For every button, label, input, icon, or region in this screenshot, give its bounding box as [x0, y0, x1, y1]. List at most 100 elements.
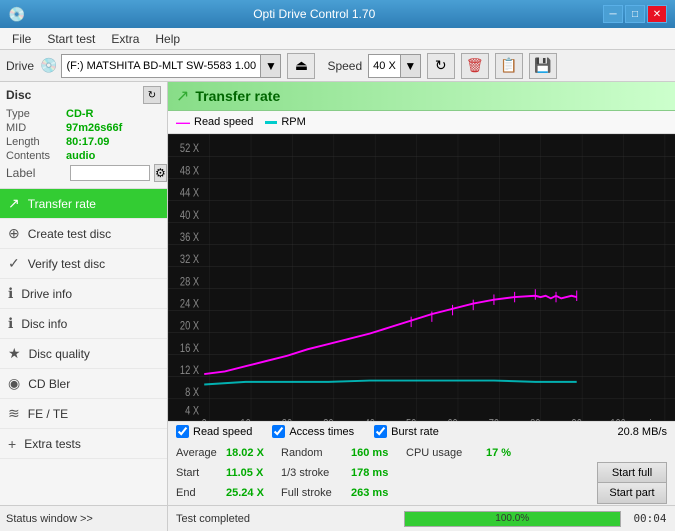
drive-dropdown-arrow[interactable]: ▼	[261, 54, 281, 78]
cpu-label: CPU usage	[406, 447, 486, 459]
disc-quality-icon: ★	[8, 345, 21, 362]
cpu-value: 17 %	[486, 447, 526, 459]
stats-area: Average 18.02 X Random 160 ms CPU usage …	[168, 441, 675, 505]
average-value: 18.02 X	[226, 447, 281, 459]
random-value: 160 ms	[351, 447, 406, 459]
end-value: 25.24 X	[226, 487, 281, 499]
stroke-value: 178 ms	[351, 467, 406, 479]
legend-read-speed: — Read speed	[176, 114, 253, 130]
svg-text:8 X: 8 X	[185, 386, 199, 399]
svg-text:min: min	[642, 418, 657, 421]
stroke-label: 1/3 stroke	[281, 467, 351, 479]
drive-select[interactable]: (F:) MATSHITA BD-MLT SW-5583 1.00	[61, 54, 261, 78]
chart-container: 52 X 48 X 44 X 40 X 36 X 32 X 28 X 24 X …	[168, 134, 675, 421]
nav-item-verify-test-disc[interactable]: ✓ Verify test disc	[0, 249, 167, 279]
menu-extra[interactable]: Extra	[103, 30, 147, 48]
disc-length-label: Length	[6, 136, 66, 148]
disc-refresh-button[interactable]: ↻	[143, 86, 161, 104]
svg-text:80: 80	[530, 418, 540, 421]
disc-contents-label: Contents	[6, 150, 66, 162]
erase-button[interactable]: 🗑	[461, 53, 489, 79]
speed-select[interactable]: 40 X	[368, 54, 401, 78]
maximize-button[interactable]: □	[625, 5, 645, 23]
access-times-checkbox[interactable]	[272, 425, 285, 438]
full-stroke-value: 263 ms	[351, 487, 406, 499]
svg-text:36 X: 36 X	[180, 231, 199, 244]
nav-fe-te-label: FE / TE	[28, 407, 68, 421]
svg-text:12 X: 12 X	[180, 364, 199, 377]
svg-text:52 X: 52 X	[180, 142, 199, 155]
menu-start-test[interactable]: Start test	[39, 30, 103, 48]
nav-item-drive-info[interactable]: ℹ Drive info	[0, 279, 167, 309]
menu-file[interactable]: File	[4, 30, 39, 48]
disc-label-input[interactable]	[70, 165, 150, 181]
svg-text:70: 70	[489, 418, 499, 421]
menu-bar: File Start test Extra Help	[0, 28, 675, 50]
burst-rate-checkbox[interactable]	[374, 425, 387, 438]
refresh-button[interactable]: ↻	[427, 53, 455, 79]
status-bar: Status window >> Test completed 100.0% 0…	[0, 505, 675, 531]
legend-read-speed-label: Read speed	[194, 116, 253, 128]
speed-label: Speed	[327, 59, 362, 73]
read-speed-checkbox-label: Read speed	[193, 426, 252, 438]
nav-disc-quality-label: Disc quality	[29, 347, 90, 361]
drive-eject-button[interactable]: ⏏	[287, 53, 315, 79]
svg-text:16 X: 16 X	[180, 342, 199, 355]
start-full-button[interactable]: Start full	[597, 462, 667, 484]
drive-value: (F:) MATSHITA BD-MLT SW-5583 1.00	[66, 60, 256, 72]
speed-dropdown-arrow[interactable]: ▼	[401, 54, 421, 78]
nav-verify-test-disc-label: Verify test disc	[28, 257, 105, 271]
fe-te-icon: ≋	[8, 405, 20, 422]
legend-rpm-color	[265, 121, 277, 124]
access-times-checkbox-label: Access times	[289, 426, 354, 438]
disc-length-value: 80:17.09	[66, 136, 109, 148]
burst-rate-value: 20.8 MB/s	[617, 426, 667, 438]
start-part-button[interactable]: Start part	[597, 482, 667, 504]
speed-value: 40 X	[373, 60, 396, 72]
nav-cd-bler-label: CD Bler	[28, 377, 70, 391]
svg-text:10: 10	[240, 418, 250, 421]
status-window-button[interactable]: Status window >>	[0, 506, 168, 531]
minimize-button[interactable]: ─	[603, 5, 623, 23]
stats-row-3: End 25.24 X Full stroke 263 ms Start par…	[176, 483, 667, 503]
chart-legend: — Read speed RPM	[168, 111, 675, 134]
checkbox-burst-rate[interactable]: Burst rate	[374, 425, 439, 438]
disc-type-label: Type	[6, 108, 66, 120]
end-label: End	[176, 487, 226, 499]
chart-header-icon: ↗	[176, 86, 189, 106]
legend-rpm-label: RPM	[281, 116, 305, 128]
svg-text:50: 50	[406, 418, 416, 421]
disc-section-title: Disc	[6, 88, 31, 102]
menu-help[interactable]: Help	[147, 30, 188, 48]
right-panel: ↗ Transfer rate — Read speed RPM	[168, 82, 675, 505]
copy-button[interactable]: 📋	[495, 53, 523, 79]
random-label: Random	[281, 447, 351, 459]
svg-text:4 X: 4 X	[185, 405, 199, 418]
verify-test-disc-icon: ✓	[8, 255, 20, 272]
svg-text:24 X: 24 X	[180, 298, 199, 311]
checkbox-access-times[interactable]: Access times	[272, 425, 354, 438]
average-label: Average	[176, 447, 226, 459]
disc-label-edit-button[interactable]: ⚙	[154, 164, 167, 182]
save-button[interactable]: 💾	[529, 53, 557, 79]
svg-text:90: 90	[572, 418, 582, 421]
nav-item-disc-info[interactable]: ℹ Disc info	[0, 309, 167, 339]
read-speed-checkbox[interactable]	[176, 425, 189, 438]
window-controls: ─ □ ✕	[603, 5, 667, 23]
close-button[interactable]: ✕	[647, 5, 667, 23]
checkbox-read-speed[interactable]: Read speed	[176, 425, 252, 438]
cd-bler-icon: ◉	[8, 375, 20, 392]
nav-item-create-test-disc[interactable]: ⊕ Create test disc	[0, 219, 167, 249]
disc-contents-value: audio	[66, 150, 95, 162]
nav-item-extra-tests[interactable]: + Extra tests	[0, 429, 167, 459]
nav-item-fe-te[interactable]: ≋ FE / TE	[0, 399, 167, 429]
nav-item-disc-quality[interactable]: ★ Disc quality	[0, 339, 167, 369]
disc-mid-value: 97m26s66f	[66, 122, 122, 134]
nav-item-transfer-rate[interactable]: ↗ Transfer rate	[0, 189, 167, 219]
nav-create-test-disc-label: Create test disc	[28, 227, 111, 241]
svg-text:40: 40	[365, 418, 375, 421]
app-title: Opti Drive Control 1.70	[25, 7, 603, 21]
progress-bar-label: 100.0%	[405, 512, 621, 526]
nav-item-cd-bler[interactable]: ◉ CD Bler	[0, 369, 167, 399]
nav-section: ↗ Transfer rate ⊕ Create test disc ✓ Ver…	[0, 189, 167, 505]
